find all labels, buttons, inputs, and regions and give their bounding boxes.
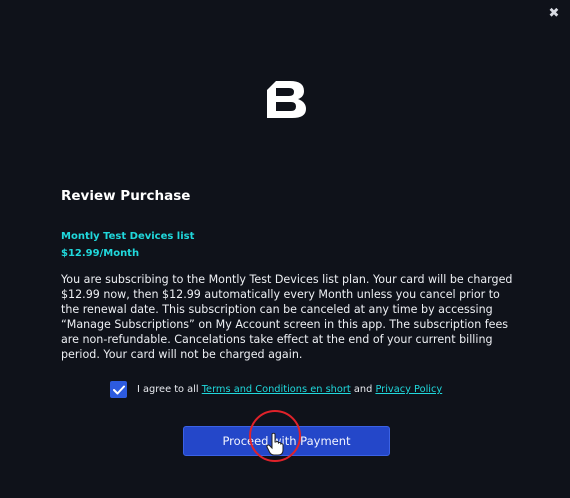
- agreement-row: I agree to all Terms and Conditions en s…: [110, 381, 442, 398]
- agree-checkbox[interactable]: [110, 381, 127, 398]
- checkmark-icon: [112, 385, 125, 394]
- agreement-prefix: I agree to all: [137, 384, 199, 395]
- plan-price: $12.99/Month: [61, 248, 140, 259]
- close-icon[interactable]: ✖: [546, 6, 562, 22]
- agreement-text: I agree to all Terms and Conditions en s…: [137, 384, 442, 395]
- agreement-and: and: [353, 384, 373, 395]
- brand-b-logo: [267, 81, 306, 118]
- dialog-title: Review Purchase: [61, 188, 191, 204]
- privacy-policy-link[interactable]: Privacy Policy: [375, 384, 442, 395]
- terms-link[interactable]: Terms and Conditions en short: [202, 384, 351, 395]
- proceed-with-payment-button[interactable]: Proceed with Payment: [183, 426, 390, 456]
- subscription-description: You are subscribing to the Montly Test D…: [61, 273, 513, 361]
- purchase-dialog: ✖ Review Purchase Montly Test Devices li…: [0, 0, 570, 498]
- plan-name: Montly Test Devices list: [61, 231, 195, 242]
